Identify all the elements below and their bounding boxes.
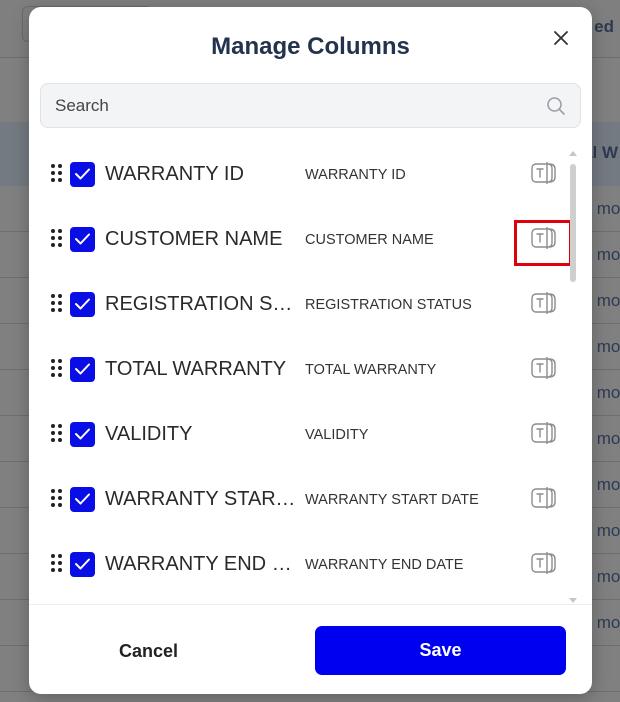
column-checkbox[interactable] xyxy=(70,227,95,252)
column-row: VALIDITY VALIDITY xyxy=(29,405,569,470)
text-type-icon[interactable] xyxy=(531,291,557,315)
column-label: REGISTRATION STATUS xyxy=(105,293,301,315)
background-row-text: mor xyxy=(596,475,620,494)
scroll-thumb[interactable] xyxy=(570,164,576,282)
column-field-name: WARRANTY START DATE xyxy=(305,492,479,508)
column-checkbox[interactable] xyxy=(70,162,95,187)
column-row: REGISTRATION STATUSREGISTRATION STATUS xyxy=(29,275,569,340)
drag-handle-icon[interactable] xyxy=(51,164,63,184)
column-row: WARRANTY ID WARRANTY ID xyxy=(29,145,569,210)
background-row-text: mor xyxy=(596,613,620,632)
highlight-box xyxy=(514,220,572,266)
manage-columns-dialog: Manage Columns WARRANTY ID WARRANTY ID CUS… xyxy=(29,7,592,694)
column-checkbox[interactable] xyxy=(70,487,95,512)
column-list: WARRANTY ID WARRANTY ID CUSTOMER NAME CUSTO… xyxy=(29,145,592,605)
drag-handle-icon[interactable] xyxy=(51,294,63,314)
column-row: CUSTOMER NAME CUSTOMER NAME xyxy=(29,210,569,275)
background-row-text: mor xyxy=(596,199,620,218)
scroll-down-arrow[interactable] xyxy=(569,598,577,603)
column-checkbox[interactable] xyxy=(70,422,95,447)
background-row-text: mor xyxy=(596,291,620,310)
background-row-text: mor xyxy=(596,567,620,586)
column-checkbox[interactable] xyxy=(70,357,95,382)
drag-handle-icon[interactable] xyxy=(51,359,63,379)
background-row-text: mor xyxy=(596,429,620,448)
column-label: WARRANTY ID xyxy=(105,163,244,185)
text-type-icon[interactable] xyxy=(531,486,557,510)
column-field-name: VALIDITY xyxy=(305,427,369,443)
column-checkbox[interactable] xyxy=(70,552,95,577)
dialog-title: Manage Columns xyxy=(211,33,410,60)
column-label: TOTAL WARRANTY xyxy=(105,358,287,380)
background-header-text: ed xyxy=(594,17,614,36)
drag-handle-icon[interactable] xyxy=(51,554,63,574)
drag-handle-icon[interactable] xyxy=(51,229,63,249)
scrollbar[interactable] xyxy=(568,151,578,603)
search-icon[interactable] xyxy=(546,96,566,116)
column-row: WARRANTY START DATEWARRANTY START DATE xyxy=(29,470,569,535)
cancel-button[interactable]: Cancel xyxy=(61,627,236,675)
drag-handle-icon[interactable] xyxy=(51,489,63,509)
scroll-up-arrow[interactable] xyxy=(569,151,577,156)
background-row-text: mor xyxy=(596,383,620,402)
column-field-name: TOTAL WARRANTY xyxy=(305,362,437,378)
search-input[interactable] xyxy=(55,84,535,127)
column-field-name: WARRANTY END DATE xyxy=(305,557,464,573)
background-row-text: mor xyxy=(596,337,620,356)
background-row-text: mor xyxy=(596,245,620,264)
column-label: WARRANTY START DATE xyxy=(105,488,301,510)
column-row: WARRANTY END DATEWARRANTY END DATE xyxy=(29,535,569,600)
background-row-text: mor xyxy=(596,521,620,540)
text-type-icon[interactable] xyxy=(531,356,557,380)
column-label: WARRANTY END DATE xyxy=(105,553,301,575)
column-field-name: REGISTRATION STATUS xyxy=(305,297,472,313)
column-field-name: WARRANTY ID xyxy=(305,167,406,183)
save-button[interactable]: Save xyxy=(315,626,566,675)
column-field-name: CUSTOMER NAME xyxy=(305,232,434,248)
column-label: CUSTOMER NAME xyxy=(105,228,283,250)
column-label: VALIDITY xyxy=(105,423,193,445)
text-type-icon[interactable] xyxy=(531,421,557,445)
drag-handle-icon[interactable] xyxy=(51,424,63,444)
text-type-icon[interactable] xyxy=(531,161,557,185)
search-box xyxy=(40,83,581,128)
column-checkbox[interactable] xyxy=(70,292,95,317)
dialog-footer: Cancel Save xyxy=(29,604,592,694)
text-type-icon[interactable] xyxy=(531,551,557,575)
close-icon[interactable] xyxy=(550,27,572,49)
column-row: TOTAL WARRANTY TOTAL WARRANTY xyxy=(29,340,569,405)
